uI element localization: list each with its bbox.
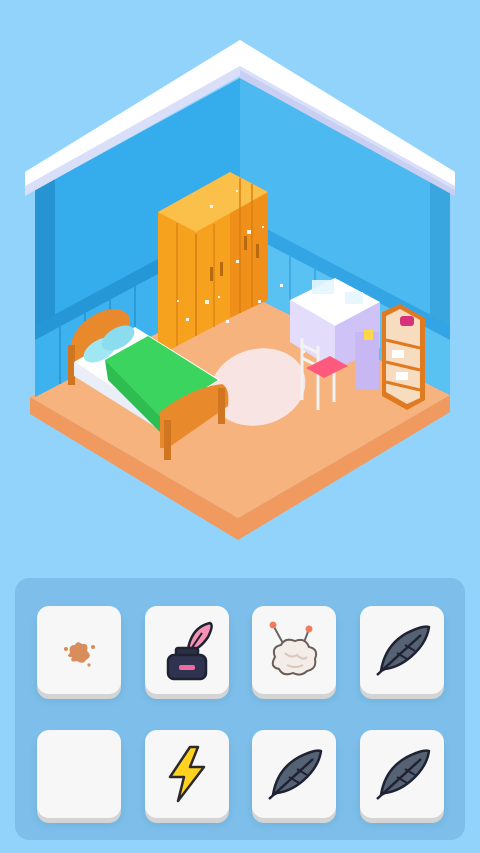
tray-slot-lightning[interactable] [145, 730, 229, 818]
item-tray [15, 578, 465, 840]
tray-slot-cotton-pins[interactable] [252, 606, 336, 694]
tray-slot-feather-2[interactable] [252, 730, 336, 818]
stain-icon [64, 642, 95, 667]
tray-slot-ink-bottle[interactable] [145, 606, 229, 694]
cotton-pin-icon [269, 621, 318, 676]
ink-bottle-quill-icon [166, 621, 213, 681]
tray-slot-stain[interactable] [37, 606, 121, 694]
bookshelf [382, 304, 425, 410]
tray-slot-feather-3[interactable] [360, 730, 444, 818]
feather-icon [376, 625, 431, 676]
room-scene [25, 40, 455, 540]
feather-icon [268, 749, 323, 800]
feather-icon [376, 749, 431, 800]
lightning-icon [168, 745, 206, 803]
tray-slot-empty[interactable] [37, 730, 121, 818]
tray-slot-feather-1[interactable] [360, 606, 444, 694]
